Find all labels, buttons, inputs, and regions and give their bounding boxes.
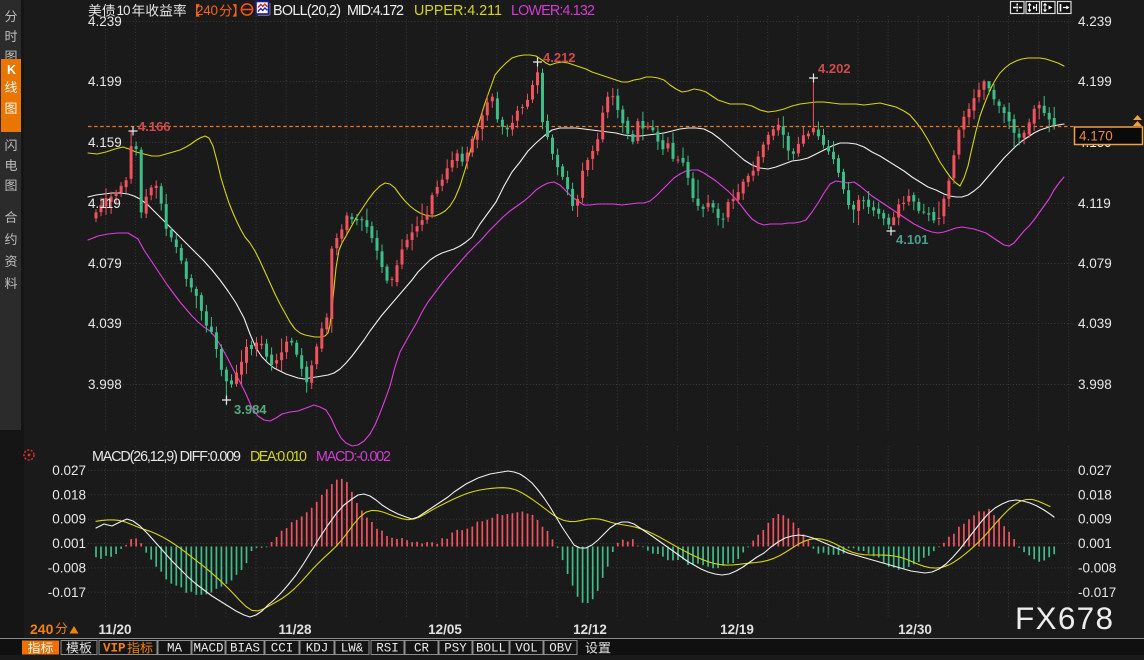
svg-text:BOLL: BOLL: [476, 642, 506, 656]
svg-text:-0.008: -0.008: [1078, 560, 1116, 575]
svg-text:DEA:0.010: DEA:0.010: [250, 449, 307, 465]
svg-text:4.202: 4.202: [818, 61, 851, 76]
svg-text:12/30: 12/30: [898, 622, 932, 637]
svg-text:OBV: OBV: [549, 642, 572, 656]
svg-text:0.018: 0.018: [1078, 487, 1112, 502]
svg-text:UPPER:4.211: UPPER:4.211: [414, 3, 502, 19]
svg-text:MACD(26,12,9) DIFF:0.009: MACD(26,12,9) DIFF:0.009: [92, 449, 241, 465]
svg-text:4.199: 4.199: [88, 74, 122, 89]
svg-text:-0.017: -0.017: [48, 585, 86, 600]
svg-text:4.166: 4.166: [138, 119, 171, 134]
svg-text:4.199: 4.199: [1078, 74, 1112, 89]
svg-text:4.079: 4.079: [88, 256, 122, 271]
svg-text:BOLL(20,2): BOLL(20,2): [273, 3, 341, 19]
svg-text:4.079: 4.079: [1078, 256, 1112, 271]
svg-text:3.998: 3.998: [1078, 377, 1112, 392]
svg-text:K: K: [7, 63, 16, 77]
svg-text:4.101: 4.101: [896, 232, 929, 247]
svg-text:-0.008: -0.008: [48, 560, 86, 575]
svg-text:MACD:-0.002: MACD:-0.002: [316, 449, 391, 465]
svg-text:12/12: 12/12: [573, 622, 607, 637]
svg-text:3.984: 3.984: [234, 402, 267, 417]
svg-text:LOWER:4.132: LOWER:4.132: [511, 3, 595, 19]
svg-text:0.009: 0.009: [1078, 512, 1112, 527]
svg-text:0.027: 0.027: [1078, 463, 1112, 478]
svg-text:11/28: 11/28: [278, 622, 312, 637]
svg-text:4.039: 4.039: [88, 316, 122, 331]
svg-text:4.039: 4.039: [1078, 316, 1112, 331]
svg-text:4.239: 4.239: [1078, 14, 1112, 29]
svg-text:MACD: MACD: [193, 642, 223, 656]
svg-text:MID:4.172: MID:4.172: [347, 3, 404, 19]
svg-text:MA: MA: [167, 642, 183, 656]
svg-text:4.159: 4.159: [88, 135, 122, 150]
svg-text:CR: CR: [414, 642, 430, 656]
svg-text:4.170: 4.170: [1079, 129, 1113, 144]
svg-text:PSY: PSY: [444, 642, 467, 656]
svg-text:240: 240: [30, 621, 54, 637]
svg-text:-0.017: -0.017: [1078, 585, 1116, 600]
svg-text:CCI: CCI: [271, 642, 294, 656]
svg-text:VIP: VIP: [103, 642, 126, 656]
svg-text:VOL: VOL: [515, 642, 538, 656]
svg-text:12/05: 12/05: [428, 622, 462, 637]
svg-text:4.119: 4.119: [1078, 196, 1111, 211]
svg-text:LW&: LW&: [341, 642, 364, 656]
svg-text:0.027: 0.027: [52, 463, 86, 478]
svg-text:BIAS: BIAS: [230, 642, 260, 656]
svg-text:FX678: FX678: [1015, 600, 1114, 636]
svg-text:0.009: 0.009: [52, 512, 86, 527]
svg-text:4.119: 4.119: [88, 196, 121, 211]
svg-text:RSI: RSI: [376, 642, 399, 656]
svg-text:KDJ: KDJ: [306, 642, 329, 656]
svg-text:0.001: 0.001: [52, 536, 86, 551]
svg-text:0.001: 0.001: [1078, 536, 1112, 551]
svg-text:11/20: 11/20: [98, 622, 131, 637]
svg-text:0.018: 0.018: [52, 487, 86, 502]
svg-text:3.998: 3.998: [88, 377, 122, 392]
svg-text:4.212: 4.212: [543, 50, 576, 65]
svg-text:10: 10: [117, 3, 131, 18]
svg-text:240: 240: [196, 3, 218, 18]
svg-text:12/19: 12/19: [720, 622, 754, 637]
